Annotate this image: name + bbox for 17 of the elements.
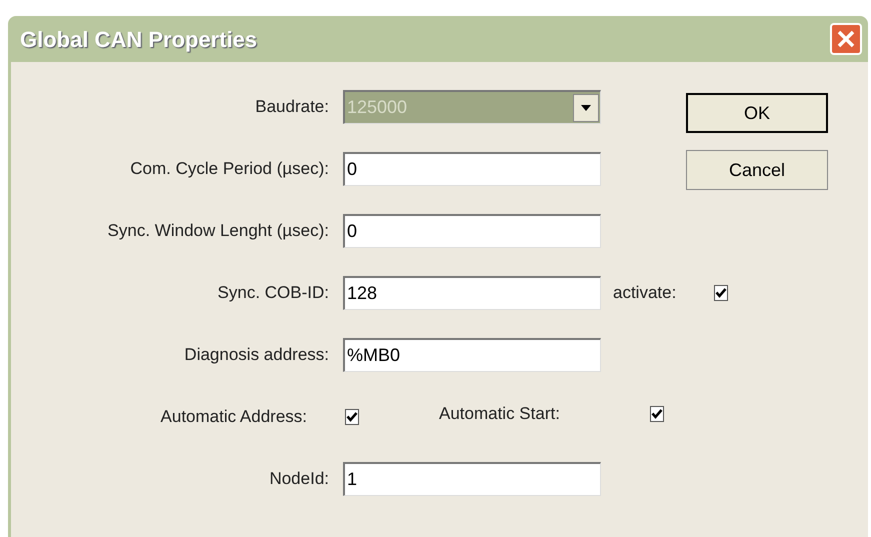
field-label: Baudrate: [254, 96, 329, 118]
input-field[interactable]: 0 [343, 152, 601, 186]
window-title: Global CAN Properties [20, 26, 258, 54]
input-field[interactable]: 1 [343, 462, 601, 496]
field-label: Sync. COB-ID: [216, 282, 329, 304]
input-field[interactable]: 0 [343, 214, 601, 248]
field-label: activate: [613, 282, 676, 304]
field-label: NodeId: [268, 468, 329, 490]
field-label: Com. Cycle Period (µsec): [129, 158, 329, 180]
field-label: Sync. Window Lenght (µsec): [106, 220, 329, 242]
input-field[interactable]: %MB0 [343, 338, 601, 372]
field-label: Automatic Address: [160, 406, 307, 428]
field-label: Diagnosis address: [183, 344, 329, 366]
dialog-button[interactable]: Cancel [686, 150, 828, 190]
field-label: Automatic Start: [439, 403, 560, 426]
input-field[interactable]: 128 [343, 276, 601, 310]
dialog-button[interactable]: OK [686, 93, 828, 133]
